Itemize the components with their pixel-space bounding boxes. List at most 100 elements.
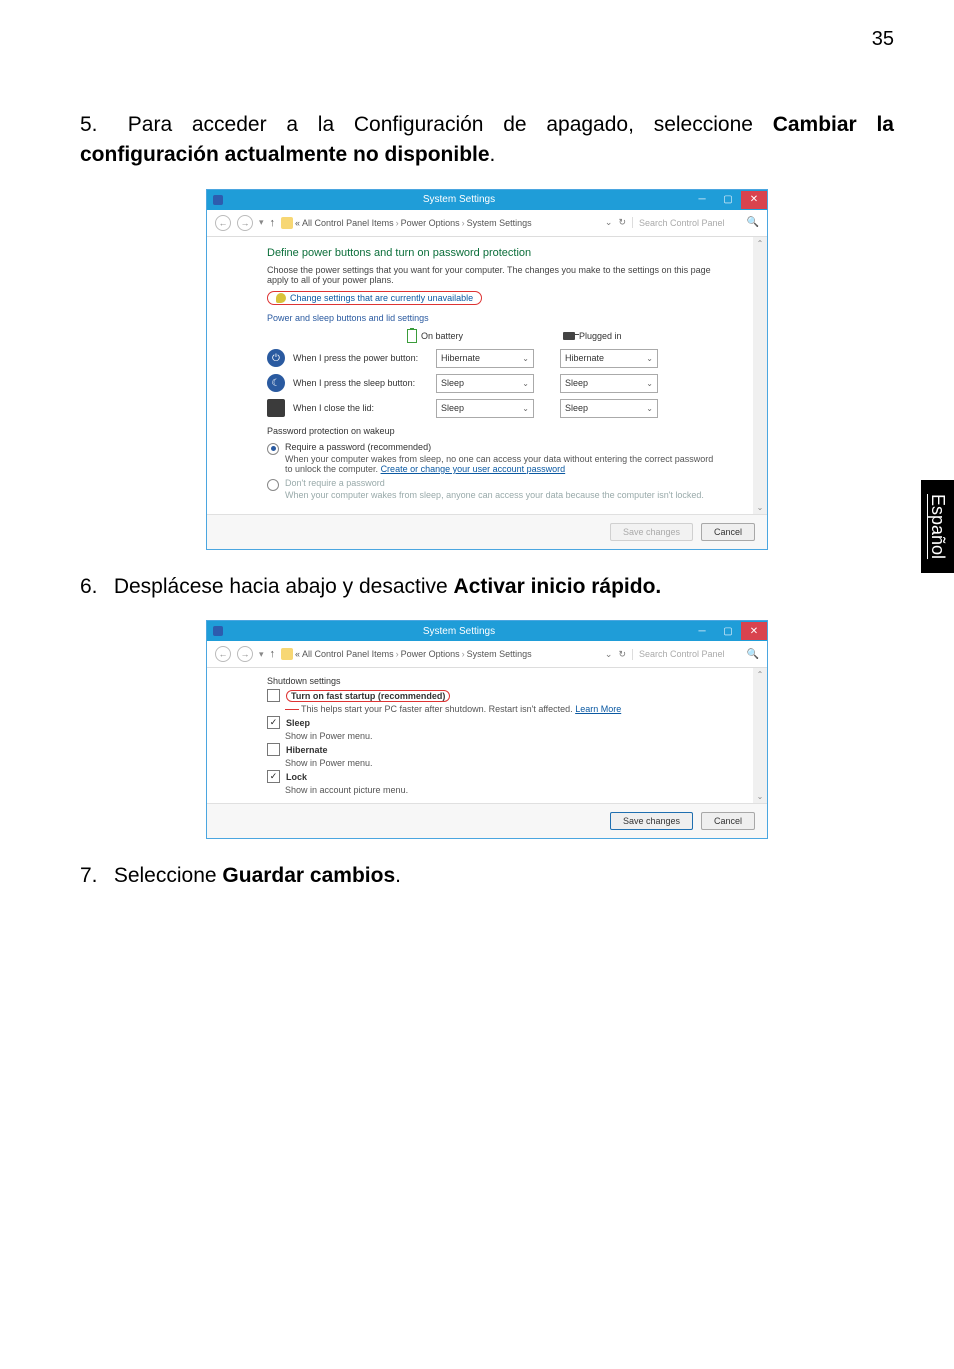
learn-more-link[interactable]: Learn More (575, 704, 621, 714)
save-changes-button-2[interactable]: Save changes (610, 812, 693, 830)
window-title-2: System Settings (229, 626, 689, 637)
forward-button[interactable]: → (237, 215, 253, 231)
sleep-checkbox[interactable] (267, 716, 280, 729)
sleep-option[interactable]: Sleep (267, 716, 721, 729)
address-bar-2: ← → ▾ ↑ « All Control Panel Items › Powe… (207, 641, 767, 668)
window-icon (213, 195, 223, 205)
radio-require-password[interactable] (267, 443, 279, 455)
close-button[interactable]: ✕ (741, 191, 767, 209)
back-button[interactable]: ← (215, 215, 231, 231)
fast-startup-desc: This helps start your PC faster after sh… (285, 704, 721, 714)
dont-require-password-option[interactable]: Don't require a password When your compu… (267, 478, 721, 500)
refresh-button-2[interactable]: ↻ (618, 649, 626, 660)
search-placeholder: Search Control Panel (639, 218, 725, 228)
fast-startup-label: Turn on fast startup (recommended) (291, 691, 445, 701)
step-6-text: Desplácese hacia abajo y desactive (108, 575, 454, 598)
require-password-option[interactable]: Require a password (recommended) When yo… (267, 442, 721, 474)
dont-require-password-title: Don't require a password (285, 478, 704, 488)
close-button-2[interactable]: ✕ (741, 622, 767, 640)
crumb-3b[interactable]: System Settings (467, 649, 532, 659)
step-5-text: Para acceder a la Configuración de apaga… (108, 113, 773, 136)
address-dropdown-2[interactable]: ⌄ (605, 649, 613, 660)
fast-startup-highlight: Turn on fast startup (recommended) (286, 690, 450, 702)
search-icon-2: 🔍 (747, 649, 759, 660)
sleep-button-label: When I press the sleep button: (293, 378, 428, 388)
fast-startup-checkbox[interactable] (267, 689, 280, 702)
minimize-button-2[interactable]: ─ (689, 622, 715, 640)
crumb-prefix-2: « (295, 649, 300, 659)
forward-button-2[interactable]: → (237, 646, 253, 662)
dont-require-password-desc: When your computer wakes from sleep, any… (285, 490, 704, 500)
crumb-1[interactable]: All Control Panel Items (302, 218, 394, 228)
step-7: 7. Seleccione Guardar cambios. (80, 861, 894, 891)
crumb-3[interactable]: System Settings (467, 218, 532, 228)
lock-option[interactable]: Lock (267, 770, 721, 783)
step-5-period: . (490, 143, 496, 166)
crumb-1b[interactable]: All Control Panel Items (302, 649, 394, 659)
maximize-button-2[interactable]: ▢ (715, 622, 741, 640)
footer-2: Save changes Cancel (207, 803, 767, 838)
lid-icon (267, 399, 285, 417)
sleep-plugged-select[interactable]: Sleep⌄ (560, 374, 658, 393)
minimize-button[interactable]: ─ (689, 191, 715, 209)
folder-icon (281, 217, 293, 229)
titlebar: System Settings ─ ▢ ✕ (207, 190, 767, 210)
fast-startup-option[interactable]: Turn on fast startup (recommended) (267, 689, 721, 702)
hibernate-checkbox[interactable] (267, 743, 280, 756)
breadcrumb-2[interactable]: « All Control Panel Items › Power Option… (281, 648, 599, 660)
breadcrumb[interactable]: « All Control Panel Items › Power Option… (281, 217, 599, 229)
window-title: System Settings (229, 194, 689, 205)
power-button-label: When I press the power button: (293, 353, 428, 363)
change-settings-link[interactable]: Change settings that are currently unava… (267, 291, 482, 305)
system-settings-window-2: System Settings ─ ▢ ✕ ← → ▾ ↑ « All Cont… (206, 620, 768, 839)
power-plugged-select[interactable]: Hibernate⌄ (560, 349, 658, 368)
step-7-number: 7. (80, 861, 108, 891)
maximize-button[interactable]: ▢ (715, 191, 741, 209)
step-6-number: 6. (80, 572, 108, 602)
hibernate-desc: Show in Power menu. (285, 758, 721, 768)
col-battery: On battery (421, 331, 463, 341)
address-dropdown[interactable]: ⌄ (605, 217, 613, 228)
battery-icon (407, 329, 417, 343)
back-button-2[interactable]: ← (215, 646, 231, 662)
sleep-battery-select[interactable]: Sleep⌄ (436, 374, 534, 393)
plug-icon (563, 332, 575, 340)
search-input-2[interactable]: Search Control Panel 🔍 (632, 649, 759, 660)
lid-row: When I close the lid: Sleep⌄ Sleep⌄ (267, 399, 721, 418)
scrollbar[interactable]: ⌃⌄ (753, 237, 767, 514)
cancel-button[interactable]: Cancel (701, 523, 755, 541)
hibernate-option[interactable]: Hibernate (267, 743, 721, 756)
lid-plugged-select[interactable]: Sleep⌄ (560, 399, 658, 418)
create-password-link[interactable]: Create or change your user account passw… (381, 464, 566, 474)
search-input[interactable]: Search Control Panel 🔍 (632, 217, 759, 228)
shutdown-settings-group: Shutdown settings (267, 676, 721, 686)
power-sleep-group-title: Power and sleep buttons and lid settings (267, 313, 721, 323)
recent-dropdown[interactable]: ▾ (259, 217, 264, 228)
refresh-button[interactable]: ↻ (618, 217, 626, 228)
scrollbar-2[interactable]: ⌃⌄ (753, 668, 767, 803)
power-battery-select[interactable]: Hibernate⌄ (436, 349, 534, 368)
crumb-2[interactable]: Power Options (401, 218, 460, 228)
shield-icon (276, 293, 286, 303)
recent-dropdown-2[interactable]: ▾ (259, 649, 264, 660)
footer: Save changes Cancel (207, 514, 767, 549)
lock-checkbox[interactable] (267, 770, 280, 783)
radio-dont-require-password[interactable] (267, 479, 279, 491)
sleep-button-icon: ☾ (267, 374, 285, 392)
titlebar-2: System Settings ─ ▢ ✕ (207, 621, 767, 641)
up-button[interactable]: ↑ (270, 217, 276, 229)
step-5: 5. Para acceder a la Configuración de ap… (80, 110, 894, 171)
folder-icon-2 (281, 648, 293, 660)
cancel-button-2[interactable]: Cancel (701, 812, 755, 830)
lid-battery-select[interactable]: Sleep⌄ (436, 399, 534, 418)
address-bar: ← → ▾ ↑ « All Control Panel Items › Powe… (207, 210, 767, 237)
crumb-2b[interactable]: Power Options (401, 649, 460, 659)
page-number: 35 (872, 28, 894, 51)
system-settings-window-1: System Settings ─ ▢ ✕ ← → ▾ ↑ « All Cont… (206, 189, 768, 550)
step-7-period: . (395, 864, 401, 887)
change-settings-label: Change settings that are currently unava… (290, 293, 473, 303)
step-5-number: 5. (80, 110, 108, 140)
save-changes-button[interactable]: Save changes (610, 523, 693, 541)
up-button-2[interactable]: ↑ (270, 648, 276, 660)
power-button-icon: ⏻ (267, 349, 285, 367)
